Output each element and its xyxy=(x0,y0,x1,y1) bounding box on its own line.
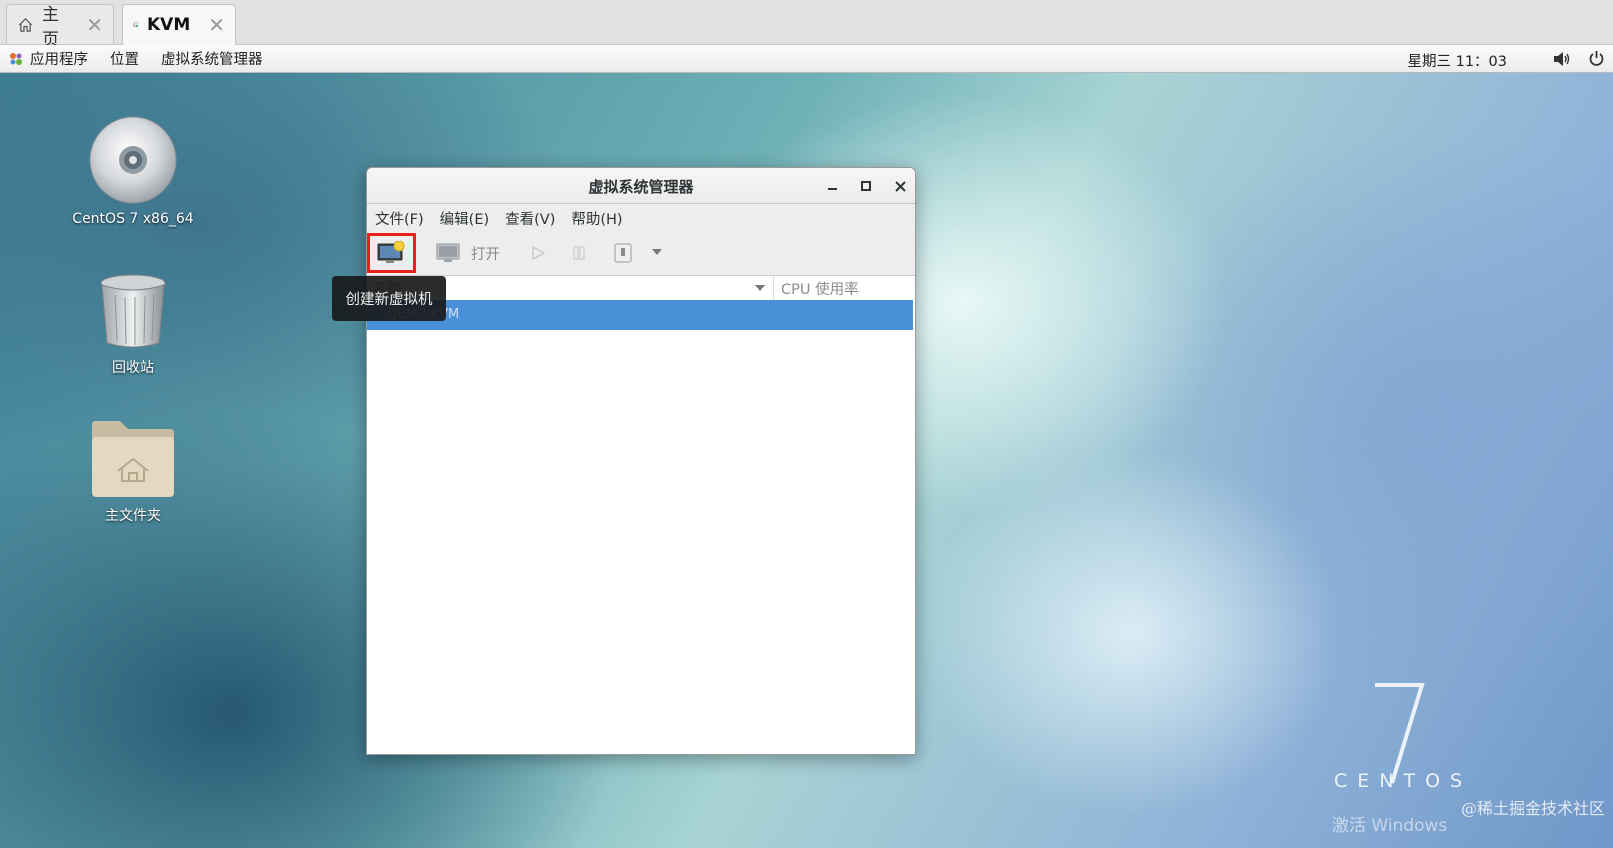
desktop: CentOS 7 x86_64 回收站 主文件夹 CENTOS 激活 Windo… xyxy=(0,73,1613,848)
desktop-icon-home-folder[interactable]: 主文件夹 xyxy=(63,419,203,525)
desktop-icon-label: 主文件夹 xyxy=(105,508,161,524)
centos-wordmark: CENTOS xyxy=(1334,770,1473,792)
menu-view[interactable]: 查看(V) xyxy=(497,208,563,229)
clock[interactable]: 星期三 11：03 xyxy=(1407,50,1507,71)
centos-seven-logo xyxy=(1375,683,1425,784)
window-menubar: 文件(F) 编辑(E) 查看(V) 帮助(H) xyxy=(367,204,915,232)
menu-help[interactable]: 帮助(H) xyxy=(563,208,630,229)
vm-list-header: 名称 CPU 使用率 xyxy=(367,276,913,300)
desktop-icon-label: CentOS 7 x86_64 xyxy=(72,211,194,227)
disc-icon xyxy=(89,116,177,204)
sort-arrow-icon xyxy=(755,285,765,291)
desktop-icon-trash[interactable]: 回收站 xyxy=(63,273,203,377)
run-button[interactable] xyxy=(527,242,549,264)
menu-edit[interactable]: 编辑(E) xyxy=(432,208,497,229)
tab-kvm[interactable]: KVM ✕ xyxy=(122,4,236,45)
minimize-icon xyxy=(828,188,837,190)
window-toolbar: 打开 xyxy=(367,232,915,276)
shutdown-dropdown[interactable] xyxy=(649,244,665,260)
monitor-icon xyxy=(436,243,460,262)
watermark: @稀土掘金技术社区 xyxy=(1460,799,1605,818)
trash-icon xyxy=(100,274,166,348)
tab-strip: 主页 ✕ KVM ✕ xyxy=(0,0,1613,50)
shutdown-button[interactable] xyxy=(611,240,635,266)
virt-manager-window: 虚拟系统管理器 文件(F) 编辑(E) 查看(V) 帮助(H) 打开 CPU 使… xyxy=(366,167,916,755)
vm-tab-icon xyxy=(133,22,139,28)
open-button-label: 打开 xyxy=(471,247,500,263)
desktop-icon-centos-disc[interactable]: CentOS 7 x86_64 xyxy=(63,115,203,227)
volume-icon[interactable] xyxy=(1553,51,1571,67)
tab-kvm-close-icon[interactable]: ✕ xyxy=(208,13,225,37)
open-console-button[interactable] xyxy=(433,240,463,266)
play-icon xyxy=(532,245,546,261)
maximize-button[interactable] xyxy=(854,174,878,198)
tab-home-close-icon[interactable]: ✕ xyxy=(86,13,103,37)
column-cpu-usage[interactable]: CPU 使用率 xyxy=(774,278,859,299)
close-icon xyxy=(894,180,906,192)
connection-row[interactable]: QEMU/KVM xyxy=(367,300,913,330)
applications-menu[interactable]: 应用程序 xyxy=(28,48,99,69)
pause-button[interactable] xyxy=(568,242,590,264)
tab-home-label: 主页 xyxy=(41,4,59,50)
create-vm-button[interactable] xyxy=(375,239,407,267)
power-icon[interactable] xyxy=(1588,50,1605,67)
pause-icon xyxy=(573,246,585,260)
app-menu[interactable]: 虚拟系统管理器 xyxy=(150,48,274,69)
new-vm-icon xyxy=(377,241,405,263)
shutdown-icon xyxy=(614,243,632,263)
menu-file[interactable]: 文件(F) xyxy=(367,208,432,229)
desktop-icon-label: 回收站 xyxy=(112,360,154,376)
places-menu[interactable]: 位置 xyxy=(99,48,150,69)
home-icon xyxy=(18,17,33,32)
maximize-icon xyxy=(861,181,871,191)
close-button[interactable] xyxy=(888,174,912,198)
activate-windows-text: 激活 Windows xyxy=(1332,816,1448,836)
minimize-button[interactable] xyxy=(821,174,845,198)
create-vm-tooltip: 创建新虚拟机 xyxy=(332,276,446,321)
window-titlebar[interactable]: 虚拟系统管理器 xyxy=(367,168,915,204)
gnome-top-bar: 应用程序 位置 虚拟系统管理器 星期三 11：03 xyxy=(0,45,1613,73)
tab-home[interactable]: 主页 ✕ xyxy=(6,4,114,50)
tab-kvm-label: KVM xyxy=(146,15,191,35)
chevron-down-icon xyxy=(652,249,662,255)
home-folder-icon xyxy=(92,421,174,497)
applications-icon xyxy=(10,52,22,65)
